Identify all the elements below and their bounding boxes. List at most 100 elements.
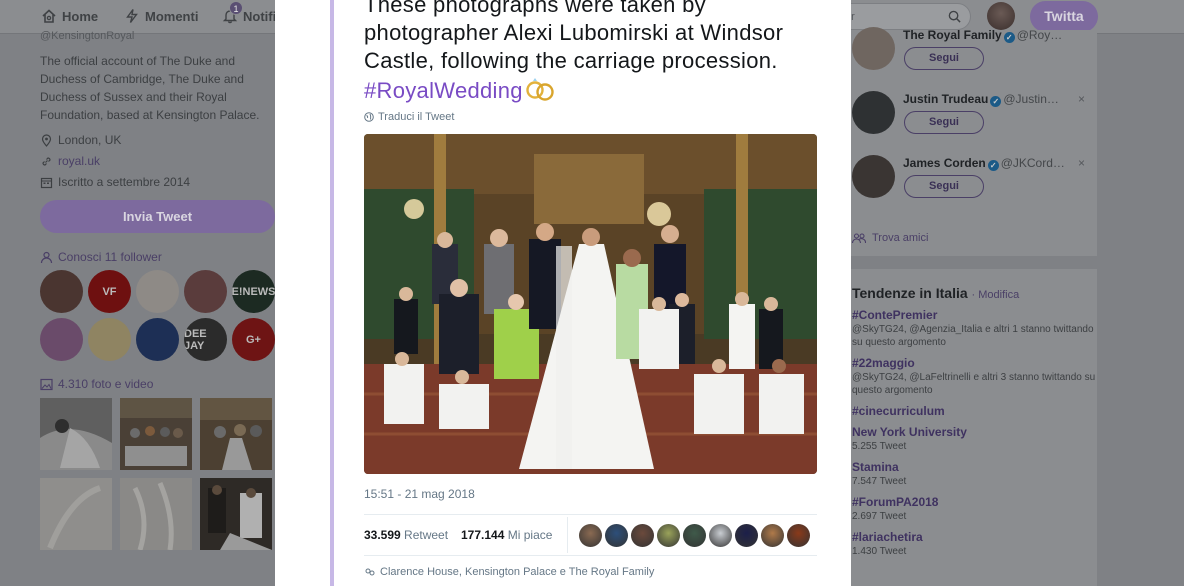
trend-name: #ForumPA2018 xyxy=(852,495,939,509)
profile-website: royal.uk xyxy=(40,154,276,168)
media-thumbnail[interactable] xyxy=(120,478,192,550)
trend-subtitle: 5.255 Tweet xyxy=(852,441,907,452)
follower-avatar[interactable]: DEE JAY xyxy=(184,318,227,361)
liker-avatar[interactable] xyxy=(761,524,784,547)
notifications-badge: 1 xyxy=(229,1,243,15)
retweets-count: 33.599 xyxy=(364,528,401,542)
liker-avatar[interactable] xyxy=(605,524,628,547)
trend-name: New York University xyxy=(852,425,967,439)
media-thumbnail[interactable] xyxy=(200,478,272,550)
media-thumbnail[interactable] xyxy=(40,478,112,550)
search-input[interactable]: ter xyxy=(835,3,971,30)
trend-item[interactable]: #ForumPA2018 2.697 Tweet xyxy=(852,495,1097,523)
trend-item[interactable]: #ContePremier @SkyTG24, @Agenzia_Italia e… xyxy=(852,308,1097,349)
trend-item[interactable]: #22maggio @SkyTG24, @LaFeltrinelli e altr… xyxy=(852,356,1097,397)
reply-to-text[interactable]: Clarence House, Kensington Palace e The … xyxy=(380,566,654,578)
account-display-name: The Royal Family xyxy=(903,28,1002,42)
profile-handle: @KensingtonRoyal xyxy=(40,30,135,42)
trends-modify-link[interactable]: · Modifica xyxy=(972,289,1020,301)
liker-avatars xyxy=(579,524,810,547)
who-to-follow-item: Justin Trudeau ✓ @Justin… × Segui xyxy=(850,91,1097,155)
liker-avatar[interactable] xyxy=(631,524,654,547)
liker-avatar[interactable] xyxy=(657,524,680,547)
trend-name: #lariachetira xyxy=(852,530,923,544)
liker-avatar[interactable] xyxy=(683,524,706,547)
follower-avatar[interactable] xyxy=(136,270,179,313)
calendar-icon xyxy=(40,177,53,188)
followers-you-know[interactable]: Conosci 11 follower xyxy=(40,250,276,264)
media-thumbnail[interactable] xyxy=(200,398,272,470)
follow-button[interactable]: Segui xyxy=(904,111,984,134)
account-handle: @Roy… xyxy=(1016,28,1063,42)
photos-videos-link[interactable]: 4.310 foto e video xyxy=(40,377,276,391)
media-label: 4.310 foto e video xyxy=(58,377,154,391)
follower-avatar[interactable] xyxy=(40,270,83,313)
followers-label: Conosci 11 follower xyxy=(58,250,162,264)
account-handle: @JKCord… xyxy=(1000,156,1065,170)
follow-button[interactable]: Segui xyxy=(904,175,984,198)
tweet-permalink-modal: These photographs were taken by photogra… xyxy=(275,0,851,586)
search-icon[interactable] xyxy=(948,10,961,23)
follower-avatar[interactable]: VF xyxy=(88,270,131,313)
profile-website-link[interactable]: royal.uk xyxy=(58,154,100,168)
thread-line xyxy=(330,0,334,586)
reply-icon xyxy=(365,568,375,575)
account-name[interactable]: James Corden ✓ @JKCord… xyxy=(903,156,1065,171)
hashtag-royalwedding[interactable]: #RoyalWedding xyxy=(364,78,523,103)
globe-icon xyxy=(364,112,374,122)
account-handle: @Justin… xyxy=(1003,92,1059,106)
translate-tweet-link[interactable]: Traduci il Tweet xyxy=(364,111,454,123)
dismiss-icon[interactable]: × xyxy=(1078,156,1085,170)
nav-moments[interactable]: Momenti xyxy=(124,8,198,24)
wedding-rings-icon xyxy=(526,78,554,101)
account-display-name: Justin Trudeau xyxy=(903,92,989,106)
media-thumbnail[interactable] xyxy=(120,398,192,470)
trend-item[interactable]: Stamina 7.547 Tweet xyxy=(852,460,1097,488)
follower-avatar[interactable]: E!NEWS xyxy=(232,270,275,313)
lightning-icon xyxy=(126,9,138,23)
who-to-follow-item: James Corden ✓ @JKCord… × Segui xyxy=(850,155,1097,219)
media-thumbnail[interactable] xyxy=(40,398,112,470)
follow-button[interactable]: Segui xyxy=(904,47,984,70)
trend-item[interactable]: #lariachetira 1.430 Tweet xyxy=(852,530,1097,558)
find-friends-link[interactable]: Trova amici xyxy=(852,232,928,244)
likes-stat[interactable]: 177.144 Mi piace xyxy=(461,528,552,542)
follower-avatar[interactable] xyxy=(184,270,227,313)
follower-avatar[interactable] xyxy=(136,318,179,361)
tweet-photo[interactable] xyxy=(364,134,817,474)
retweets-stat[interactable]: 33.599 Retweet xyxy=(364,528,448,542)
trends-panel: Tendenze in Italia · Modifica #ContePrem… xyxy=(850,269,1097,586)
account-avatar[interactable] xyxy=(852,155,895,198)
nav-home-label: Home xyxy=(62,8,99,24)
account-avatar[interactable] xyxy=(852,91,895,134)
profile-bio: The official account of The Duke and Duc… xyxy=(40,54,260,122)
nav-home[interactable]: Home xyxy=(41,8,98,24)
who-to-follow-panel: The Royal Family ✓ @Roy… Segui Justin Trudea… xyxy=(850,27,1097,256)
nav-notifications-label: Notifi xyxy=(243,8,277,24)
follower-avatar[interactable] xyxy=(88,318,131,361)
account-name[interactable]: The Royal Family ✓ @Roy… xyxy=(903,28,1062,43)
tweet-stats: 33.599 Retweet 177.144 Mi piace xyxy=(364,514,817,556)
profile-joined: Iscritto a settembre 2014 xyxy=(40,175,276,189)
translate-label: Traduci il Tweet xyxy=(378,111,455,123)
account-display-name: James Corden xyxy=(903,156,986,170)
liker-avatar[interactable] xyxy=(787,524,810,547)
user-avatar[interactable] xyxy=(987,2,1015,30)
send-tweet-button[interactable]: Invia Tweet xyxy=(40,200,275,233)
trend-item[interactable]: #cinecurriculum xyxy=(852,404,1097,418)
tweet-timestamp[interactable]: 15:51 - 21 mag 2018 xyxy=(364,487,475,501)
tweet-text: These photographs were taken by photogra… xyxy=(364,0,814,105)
follower-avatar[interactable] xyxy=(40,318,83,361)
liker-avatar[interactable] xyxy=(735,524,758,547)
person-icon xyxy=(40,251,53,263)
account-name[interactable]: Justin Trudeau ✓ @Justin… xyxy=(903,92,1059,107)
home-icon xyxy=(42,9,56,23)
follower-avatar[interactable]: G+ xyxy=(232,318,275,361)
trend-item[interactable]: New York University 5.255 Tweet xyxy=(852,425,1097,453)
liker-avatar[interactable] xyxy=(579,524,602,547)
verified-icon: ✓ xyxy=(987,160,999,171)
account-avatar[interactable] xyxy=(852,27,895,70)
liker-avatar[interactable] xyxy=(709,524,732,547)
dismiss-icon[interactable]: × xyxy=(1078,92,1085,106)
trend-subtitle: 2.697 Tweet xyxy=(852,511,907,522)
